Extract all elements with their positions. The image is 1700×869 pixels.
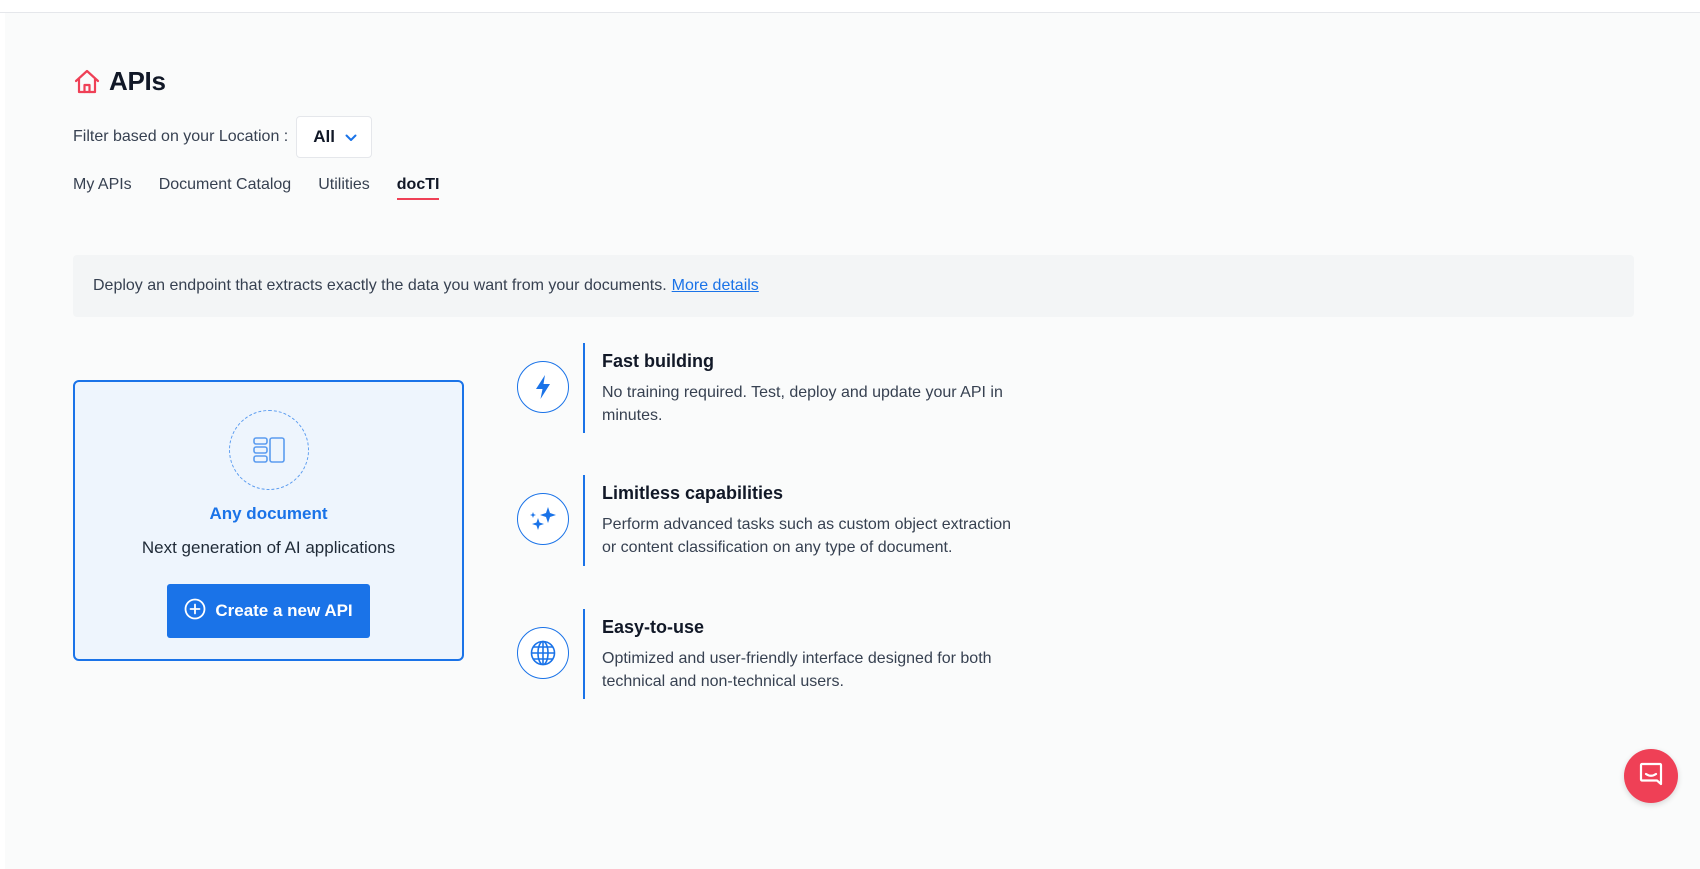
feature-fast-building: Fast building No training required. Test… xyxy=(517,343,1017,433)
document-layout-icon xyxy=(228,410,309,490)
top-bar xyxy=(0,0,1700,13)
page-title: APIs xyxy=(73,66,166,97)
chat-icon xyxy=(1638,761,1664,792)
location-select[interactable]: All xyxy=(296,116,372,158)
feature-description: No training required. Test, deploy and u… xyxy=(602,384,1003,424)
tab-document-catalog[interactable]: Document Catalog xyxy=(159,176,292,200)
feature-title: Fast building xyxy=(602,351,714,371)
banner-text: Deploy an endpoint that extracts exactly… xyxy=(93,277,667,294)
tab-my-apis[interactable]: My APIs xyxy=(73,176,132,200)
card-subtitle: Next generation of AI applications xyxy=(141,538,396,557)
sparkles-icon xyxy=(517,493,569,545)
app-root: APIs Filter based on your Location : All… xyxy=(0,0,1700,869)
home-icon[interactable] xyxy=(73,68,101,96)
more-details-link[interactable]: More details xyxy=(672,277,759,295)
create-new-api-label: Create a new API xyxy=(215,601,353,620)
feature-divider xyxy=(583,475,585,566)
feature-title: Limitless capabilities xyxy=(602,483,784,503)
location-filter: Filter based on your Location : All xyxy=(73,116,372,158)
chevron-down-icon xyxy=(345,127,357,147)
any-document-card: Any document Next generation of AI appli… xyxy=(73,380,464,661)
feature-divider xyxy=(583,343,585,433)
create-new-api-button[interactable]: Create a new API xyxy=(167,584,370,638)
feature-title: Easy-to-use xyxy=(602,617,705,637)
feature-limitless-capabilities: Limitless capabilities Perform advanced … xyxy=(517,475,1017,566)
left-gutter xyxy=(0,13,5,869)
page-heading: APIs xyxy=(109,66,166,96)
feature-easy-to-use: Easy-to-use Optimized and user-friendly … xyxy=(517,609,1017,699)
api-tabs: My APIs Document Catalog Utilities docTI xyxy=(73,176,440,200)
card-title: Any document xyxy=(209,504,328,523)
chat-launcher-button[interactable] xyxy=(1624,749,1678,803)
filter-label: Filter based on your Location : xyxy=(73,128,289,145)
tab-utilities[interactable]: Utilities xyxy=(318,176,370,200)
lightning-icon xyxy=(517,361,569,413)
feature-divider xyxy=(583,609,585,699)
location-select-value: All xyxy=(313,127,335,146)
feature-description: Optimized and user-friendly interface de… xyxy=(602,650,992,690)
globe-icon xyxy=(517,627,569,679)
info-banner: Deploy an endpoint that extracts exactly… xyxy=(73,255,1634,317)
tab-docti[interactable]: docTI xyxy=(396,176,440,200)
plus-circle-icon xyxy=(184,598,206,625)
feature-description: Perform advanced tasks such as custom ob… xyxy=(602,516,1012,556)
